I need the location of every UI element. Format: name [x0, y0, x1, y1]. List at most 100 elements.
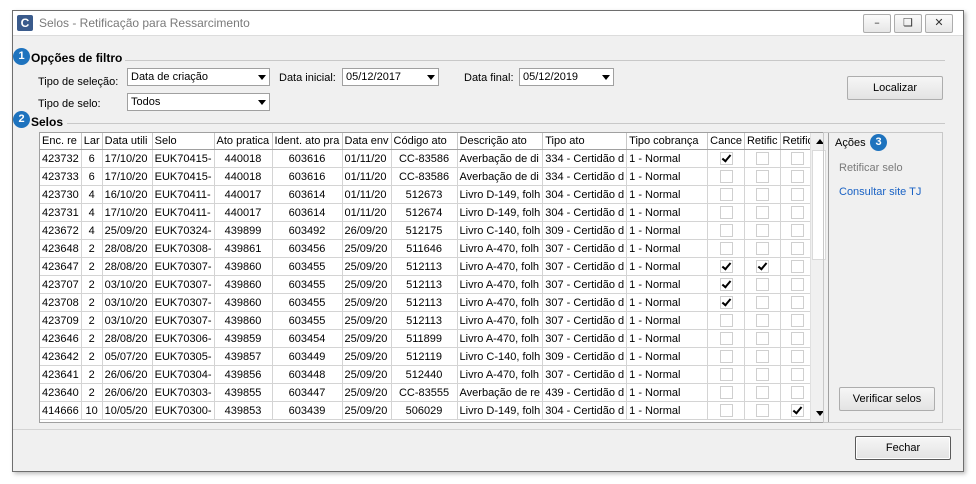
table-row[interactable]: 423708 2 03/10/20 EUK70307- 439860 603455 25/0…	[40, 293, 817, 312]
column-header[interactable]: Lar	[81, 133, 103, 150]
checked-checkbox[interactable]	[755, 260, 769, 273]
row-checkbox-cell[interactable]	[707, 185, 745, 204]
row-checkbox-cell[interactable]	[744, 293, 781, 312]
checked-checkbox[interactable]	[719, 260, 733, 273]
minimize-button[interactable]: –	[863, 14, 891, 33]
unchecked-checkbox[interactable]	[791, 350, 805, 363]
row-checkbox-cell[interactable]	[744, 365, 781, 384]
localizar-button[interactable]: Localizar	[847, 76, 943, 100]
unchecked-checkbox[interactable]	[755, 242, 769, 255]
unchecked-checkbox[interactable]	[791, 206, 805, 219]
column-header[interactable]: Enc. re	[40, 133, 82, 150]
unchecked-checkbox[interactable]	[719, 206, 733, 219]
unchecked-checkbox[interactable]	[791, 314, 805, 327]
unchecked-checkbox[interactable]	[791, 278, 805, 291]
row-checkbox-cell[interactable]	[744, 203, 781, 222]
column-header[interactable]: Data utili	[102, 133, 153, 150]
row-checkbox-cell[interactable]	[744, 257, 781, 276]
row-checkbox-cell[interactable]	[707, 275, 745, 294]
row-checkbox-cell[interactable]	[744, 329, 781, 348]
row-checkbox-cell[interactable]	[707, 239, 745, 258]
table-row[interactable]: 423733 6 17/10/20 EUK70415- 440018 603616 01/1…	[40, 167, 817, 186]
unchecked-checkbox[interactable]	[755, 386, 769, 399]
selos-grid[interactable]: Enc. re Lar Data utili Selo Ato pratica Ident…	[39, 132, 829, 423]
unchecked-checkbox[interactable]	[791, 332, 805, 345]
unchecked-checkbox[interactable]	[791, 296, 805, 309]
table-row[interactable]: 423709 2 03/10/20 EUK70307- 439860 603455 25/0…	[40, 311, 817, 330]
unchecked-checkbox[interactable]	[719, 170, 733, 183]
row-checkbox-cell[interactable]	[744, 311, 781, 330]
table-row[interactable]: 423648 2 28/08/20 EUK70308- 439861 603456 25/0…	[40, 239, 817, 258]
row-checkbox-cell[interactable]	[744, 239, 781, 258]
row-checkbox-cell[interactable]	[707, 203, 745, 222]
unchecked-checkbox[interactable]	[719, 350, 733, 363]
unchecked-checkbox[interactable]	[791, 386, 805, 399]
unchecked-checkbox[interactable]	[755, 152, 769, 165]
unchecked-checkbox[interactable]	[755, 170, 769, 183]
column-header[interactable]: Tipo ato	[542, 133, 628, 150]
unchecked-checkbox[interactable]	[755, 206, 769, 219]
row-checkbox-cell[interactable]	[744, 401, 781, 420]
table-row[interactable]: 423640 2 26/06/20 EUK70303- 439855 603447 25/0…	[40, 383, 817, 402]
row-checkbox-cell[interactable]	[707, 311, 745, 330]
table-row[interactable]: 423672 4 25/09/20 EUK70324- 439899 603492 26/0…	[40, 221, 817, 240]
row-checkbox-cell[interactable]	[744, 185, 781, 204]
unchecked-checkbox[interactable]	[719, 386, 733, 399]
table-row[interactable]: 423707 2 03/10/20 EUK70307- 439860 603455 25/0…	[40, 275, 817, 294]
unchecked-checkbox[interactable]	[755, 368, 769, 381]
data-final-picker[interactable]: 05/12/2019	[519, 68, 614, 86]
unchecked-checkbox[interactable]	[755, 296, 769, 309]
unchecked-checkbox[interactable]	[791, 188, 805, 201]
restore-button[interactable]: ❏	[894, 14, 922, 33]
unchecked-checkbox[interactable]	[719, 314, 733, 327]
consultar-site-tj-link[interactable]: Consultar site TJ	[839, 186, 921, 198]
row-checkbox-cell[interactable]	[707, 401, 745, 420]
row-checkbox-cell[interactable]	[707, 221, 745, 240]
checked-checkbox[interactable]	[719, 152, 733, 165]
unchecked-checkbox[interactable]	[719, 242, 733, 255]
table-row[interactable]: 423646 2 28/08/20 EUK70306- 439859 603454 25/0…	[40, 329, 817, 348]
column-header[interactable]: Data env	[342, 133, 392, 150]
unchecked-checkbox[interactable]	[755, 314, 769, 327]
unchecked-checkbox[interactable]	[755, 350, 769, 363]
unchecked-checkbox[interactable]	[755, 332, 769, 345]
row-checkbox-cell[interactable]	[744, 221, 781, 240]
tipo-selo-select[interactable]: Todos	[127, 93, 270, 111]
tipo-selecao-select[interactable]: Data de criação	[127, 68, 270, 86]
table-row[interactable]: 414666 10 10/05/20 EUK70300- 439853 603439 25/…	[40, 401, 817, 420]
row-checkbox-cell[interactable]	[707, 257, 745, 276]
row-checkbox-cell[interactable]	[744, 167, 781, 186]
unchecked-checkbox[interactable]	[791, 224, 805, 237]
table-row[interactable]: 423732 6 17/10/20 EUK70415- 440018 603616 01/1…	[40, 149, 817, 168]
row-checkbox-cell[interactable]	[707, 365, 745, 384]
unchecked-checkbox[interactable]	[791, 152, 805, 165]
row-checkbox-cell[interactable]	[744, 347, 781, 366]
column-header[interactable]: Cance	[707, 133, 745, 150]
unchecked-checkbox[interactable]	[791, 242, 805, 255]
unchecked-checkbox[interactable]	[755, 404, 769, 417]
table-row[interactable]: 423642 2 05/07/20 EUK70305- 439857 603449 25/0…	[40, 347, 817, 366]
unchecked-checkbox[interactable]	[791, 170, 805, 183]
table-row[interactable]: 423647 2 28/08/20 EUK70307- 439860 603455 25/0…	[40, 257, 817, 276]
unchecked-checkbox[interactable]	[719, 332, 733, 345]
unchecked-checkbox[interactable]	[719, 188, 733, 201]
row-checkbox-cell[interactable]	[707, 329, 745, 348]
checked-checkbox[interactable]	[719, 278, 733, 291]
checked-checkbox[interactable]	[719, 296, 733, 309]
table-row[interactable]: 423730 4 16/10/20 EUK70411- 440017 603614 01/1…	[40, 185, 817, 204]
unchecked-checkbox[interactable]	[791, 368, 805, 381]
row-checkbox-cell[interactable]	[707, 347, 745, 366]
column-header[interactable]: Tipo cobrança	[626, 133, 709, 150]
unchecked-checkbox[interactable]	[719, 368, 733, 381]
close-button[interactable]: ✕	[925, 14, 953, 33]
unchecked-checkbox[interactable]	[755, 278, 769, 291]
unchecked-checkbox[interactable]	[719, 224, 733, 237]
table-row[interactable]: 423641 2 26/06/20 EUK70304- 439856 603448 25/0…	[40, 365, 817, 384]
row-checkbox-cell[interactable]	[707, 149, 745, 168]
unchecked-checkbox[interactable]	[755, 188, 769, 201]
column-header[interactable]: Retific	[744, 133, 781, 150]
unchecked-checkbox[interactable]	[791, 260, 805, 273]
column-header[interactable]: Ato pratica	[214, 133, 273, 150]
column-header[interactable]: Selo	[152, 133, 215, 150]
verificar-selos-button[interactable]: Verificar selos	[839, 387, 935, 411]
